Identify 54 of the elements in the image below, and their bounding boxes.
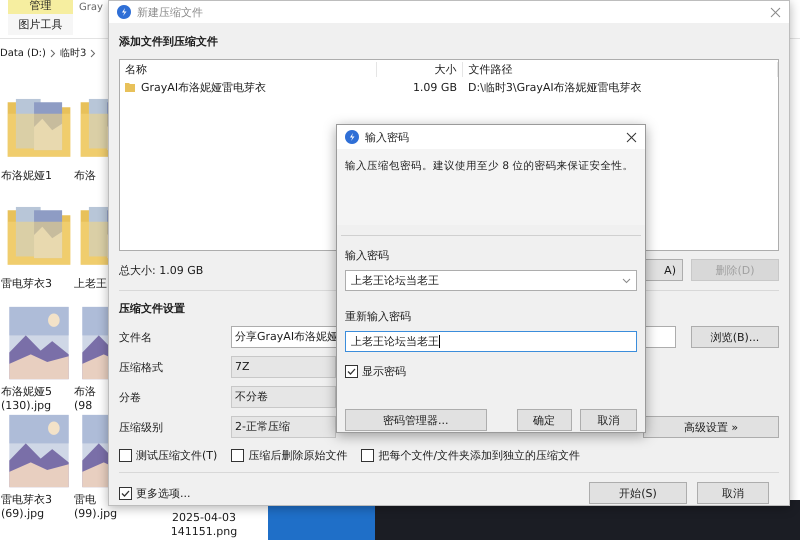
file-name[interactable]: GrayAI布洛妮娅雷电芽衣 [141, 80, 266, 94]
checkbox-label: 压缩后删除原始文件 [248, 448, 348, 463]
field-label: 文件名 [119, 330, 153, 344]
field-label: 分卷 [119, 390, 142, 404]
column-header[interactable]: 大小 [376, 62, 464, 76]
field-label: 压缩级别 [119, 420, 164, 434]
password-manager-button[interactable]: 密码管理器... [345, 409, 487, 431]
checkbox-label: 把每个文件/文件夹添加到独立的压缩文件 [378, 448, 580, 463]
column-header[interactable]: 文件路径 [463, 62, 778, 76]
file-name: (98 [74, 399, 92, 413]
password-combobox[interactable]: 上老王论坛当老王 [345, 270, 637, 291]
window-title: Gray [79, 2, 103, 12]
field-label: 重新输入密码 [345, 309, 412, 325]
file-name: 布洛妮娅1 [1, 169, 52, 183]
section-heading: 压缩文件设置 [119, 301, 185, 317]
file-name: (130).jpg [1, 399, 52, 413]
field-label: 压缩格式 [119, 360, 164, 374]
total-size: 总大小: 1.09 GB [119, 262, 204, 278]
file-name: 雷电芽衣3 [1, 493, 52, 507]
column-header[interactable]: 名称 [120, 62, 377, 76]
checkbox-label: 更多选项... [136, 486, 190, 500]
file-name: 雷电 [74, 493, 96, 507]
description-text: 输入压缩包密码。建议使用至少 8 位的密码来保证安全性。 [345, 160, 634, 172]
ribbon-tab[interactable]: 管理 [8, 0, 73, 14]
breadcrumb-item[interactable]: 临时3 [60, 46, 86, 60]
dialog-title: 输入密码 [365, 130, 410, 144]
dropdown[interactable]: 2-正常压缩 [231, 416, 336, 438]
checkbox-label: 测试压缩文件(T) [136, 448, 218, 463]
file-name: 布洛 [74, 385, 96, 399]
file-name: (69).jpg [1, 507, 44, 521]
dropdown[interactable]: 不分卷 [231, 386, 336, 408]
dialog-title: 新建压缩文件 [137, 4, 204, 20]
file-name: 布洛 [74, 169, 96, 183]
file-name: (99).jpg [74, 507, 118, 521]
field-label: 输入密码 [345, 248, 390, 264]
file-size: 1.09 GB [412, 80, 458, 94]
file-name: 2025-04-03 [172, 511, 236, 525]
ok-button[interactable]: 确定 [516, 409, 572, 431]
file-path: D:\临时3\GrayAI布洛妮娅雷电芽衣 [467, 80, 643, 94]
file-name: 上老王 [74, 277, 107, 291]
start-button[interactable]: 开始(S) [589, 482, 687, 504]
section-heading: 添加文件到压缩文件 [119, 34, 218, 50]
file-name: 布洛妮娅5 [1, 385, 52, 399]
browse-button[interactable]: 浏览(B)... [691, 326, 779, 348]
password-field[interactable]: 上老王论坛当老王 [345, 331, 637, 352]
advanced-settings-button[interactable]: 高级设置 » [643, 416, 779, 438]
ribbon-group-label: 图片工具 [8, 14, 73, 35]
cancel-button[interactable]: 取消 [580, 409, 637, 431]
cancel-button[interactable]: 取消 [697, 482, 769, 504]
checkbox-label: 显示密码 [362, 364, 406, 379]
file-name: 雷电芽衣3 [1, 277, 52, 291]
breadcrumb-item[interactable]: Data (D:) [0, 48, 46, 58]
file-name: 141151.png [170, 525, 238, 539]
dropdown[interactable]: 7Z [231, 356, 336, 378]
